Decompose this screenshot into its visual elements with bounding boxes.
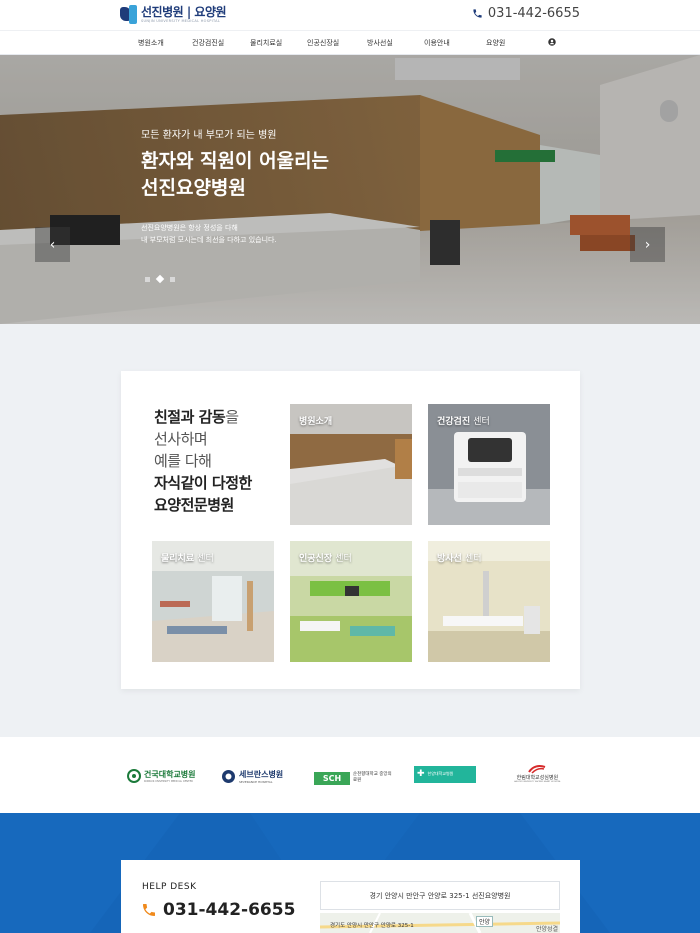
center-tile-about[interactable]: 병원소개 [290,404,412,525]
slogan-line5: 요양전문병원 [154,496,234,514]
tile-label: 방사선 센터 [437,554,482,564]
slogan: 친절과 감동을 선사하며 예를 다해 자식같이 다정한 요양전문병원 [154,406,252,516]
partner-hallym[interactable]: 한림대학교성심병원 HALLYM UNIVERSITY SACRED HEART… [514,763,561,783]
center-tile-radiology[interactable]: 방사선 센터 [428,541,550,662]
map-address: 경기도 안양시 만안구 안양로 325-1 [330,923,414,929]
nav-item-physio[interactable]: 물리치료실 [250,38,282,48]
helpdesk-phone-number: 031-442-6655 [163,900,296,920]
hero-next-button[interactable]: › [630,227,665,262]
center-tile-physio[interactable]: 물리치료 센터 [152,541,274,662]
slider-pagination [145,274,175,284]
partner-sub: SEVERANCE HOSPITAL [239,779,273,784]
tile-label: 건강검진 센터 [437,417,490,427]
hero-slider: ‹ › [0,55,700,324]
nav-item-guide[interactable]: 이용안내 [424,38,450,48]
nav-item-checkup[interactable]: 건강검진실 [192,38,224,48]
address-text: 경기 안양시 만안구 안양로 325-1 선진요양병원 [369,891,511,900]
sch-logo-icon: SCH [314,771,350,785]
hero-title-line2: 선진요양병원 [141,177,246,199]
slogan-line2: 선사하며 [154,430,208,448]
partner-name: 순천향대학교 중앙의료원 [353,772,392,783]
partner-name: 한림대학교성심병원 [516,774,559,781]
chevron-left-icon: ‹ [49,236,56,253]
partner-name: 한양대학교병원 [427,771,454,776]
main-nav: 병원소개 건강검진실 물리치료실 인공신장실 방사선실 이용안내 요양원 [0,30,700,55]
center-tile-checkup[interactable]: 건강검진 센터 [428,404,550,525]
partner-sch[interactable]: SCH 순천향대학교 중앙의료원 [314,768,393,788]
partner-sub: HALLYM UNIVERSITY SACRED HEART HOSPITAL [514,780,561,783]
slogan-line4: 자식같이 다정한 [154,474,252,492]
center-tile-dialysis[interactable]: 인공신장 센터 [290,541,412,662]
hero-pre-title: 모든 환자가 내 부모가 되는 병원 [141,130,277,141]
phone-icon [143,904,155,916]
hero-title-line1: 환자와 직원이 어울리는 [141,150,330,172]
severance-logo-icon [222,769,235,783]
hero-desc-line1: 선진요양병원은 항상 정성을 다해 [141,224,238,232]
slogan-line1-bold: 친절과 감동 [154,408,226,426]
header-phone[interactable]: 031-442-6655 [472,6,580,21]
address-box: 경기 안양시 만안구 안양로 325-1 선진요양병원 [320,881,560,910]
slide-dot[interactable] [145,276,150,282]
konkuk-logo-icon [127,769,141,783]
chevron-right-icon: › [644,236,651,253]
nav-item-about[interactable]: 병원소개 [138,38,164,48]
partner-sub: KONKUK UNIVERSITY MEDICAL CENTER [144,780,193,783]
logo-subtitle: SUNJIN UNIVERSITY MEDICAL HOSPITAL [141,19,221,23]
partner-hanyang[interactable]: ✚ 한양대학교병원 [414,764,476,784]
partner-name: 건국대학교병원 [144,770,196,779]
partner-name: 세브란스병원 [239,769,284,779]
helpdesk-phone[interactable]: 031-442-6655 [141,900,295,920]
header-phone-number: 031-442-6655 [487,6,580,21]
nav-item-radiology[interactable]: 방사선실 [367,38,393,48]
slogan-line3: 예를 다해 [154,452,212,470]
slide-dot-active[interactable] [155,274,165,284]
hero-title: 환자와 직원이 어울리는 선진요양병원 [141,148,329,202]
top-header: 선진병원 | 요양원 SUNJIN UNIVERSITY MEDICAL HOS… [0,0,700,30]
site-logo[interactable]: 선진병원 | 요양원 SUNJIN UNIVERSITY MEDICAL HOS… [120,4,227,26]
partner-severance[interactable]: 세브란스병원 SEVERANCE HOSPITAL [221,766,283,786]
logo-name: 선진병원 | 요양원 [141,5,227,19]
tile-label: 병원소개 [299,417,333,427]
tile-label: 물리치료 센터 [161,554,214,564]
helpdesk-title: HELP DESK [142,882,197,892]
logo-mark-icon [120,5,138,25]
nav-item-nursing-home[interactable]: 요양원 [486,38,505,48]
map-pin-icon[interactable]: 안양 [476,916,494,927]
phone-icon [473,9,482,18]
map-place-label: 안양성결 [536,926,559,933]
hero-background-image [0,55,700,324]
partner-konkuk[interactable]: 건국대학교병원 KONKUK UNIVERSITY MEDICAL CENTER [127,766,196,786]
hallym-logo-icon [528,764,546,774]
hero-prev-button[interactable]: ‹ [35,227,70,262]
nav-item-dialysis[interactable]: 인공신장실 [307,38,339,48]
hero-description: 선진요양병원은 항상 정성을 다해 내 부모처럼 모시는데 최선을 다하고 있습… [141,222,277,246]
hanyang-logo-icon: ✚ 한양대학교병원 [414,765,476,783]
slogan-line1-rest: 을 [225,408,239,426]
hero-desc-line2: 내 부모처럼 모시는데 최선을 다하고 있습니다. [141,236,277,244]
slide-dot[interactable] [170,276,175,282]
tile-label: 인공신장 센터 [299,554,352,564]
user-icon[interactable] [548,38,556,46]
